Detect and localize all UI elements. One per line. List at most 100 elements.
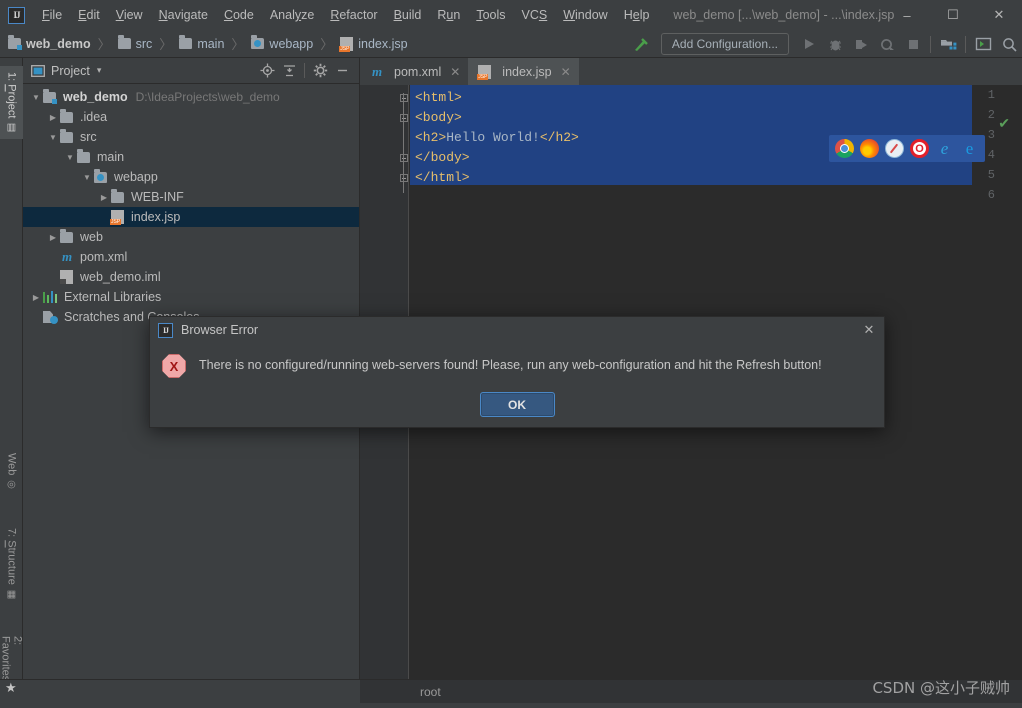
chevron-right-icon[interactable]: ▶ (46, 273, 60, 282)
chevron-down-icon[interactable]: ▼ (46, 133, 60, 142)
line-number: 5 (987, 168, 995, 182)
project-structure-icon[interactable] (935, 32, 961, 56)
tree-node-label: pom.xml (80, 250, 128, 264)
search-icon[interactable] (996, 32, 1022, 56)
code-fold-toggle[interactable] (399, 153, 409, 163)
editor-footer-label: root (420, 684, 441, 699)
terminal-icon[interactable] (970, 32, 996, 56)
error-icon: X (162, 354, 186, 378)
debug-icon[interactable] (822, 32, 848, 56)
code-fold-toggle[interactable] (399, 113, 409, 123)
tree-node-web-inf[interactable]: ▶ WEB-INF (23, 187, 359, 207)
editor-tab-pom-xml[interactable]: m pom.xml ✕ (360, 58, 468, 85)
editor-tabs: m pom.xml ✕ index.jsp ✕ (360, 58, 1022, 85)
breadcrumb-item-index-jsp[interactable]: index.jsp (339, 36, 408, 52)
tree-node-src[interactable]: ▼ src (23, 127, 359, 147)
folder-icon (117, 35, 131, 49)
editor-tab-close-icon[interactable]: ✕ (450, 65, 460, 79)
panel-divider (304, 63, 305, 78)
chevron-right-icon[interactable]: ▶ (29, 313, 43, 322)
tree-node-label: WEB-INF (131, 190, 184, 204)
tree-node-label: main (97, 150, 125, 164)
dialog-close-button[interactable]: ✕ (854, 317, 884, 343)
breadcrumb-item-main[interactable]: main (179, 35, 224, 51)
breadcrumb-item-web-demo[interactable]: web_demo (8, 35, 91, 51)
tree-node--idea[interactable]: ▶ .idea (23, 107, 359, 127)
menu-item-analyze[interactable]: Analyze (262, 4, 322, 26)
menu-item-refactor[interactable]: Refactor (322, 4, 385, 26)
folder-icon (77, 148, 90, 163)
chevron-right-icon[interactable]: ▶ (29, 293, 43, 302)
tree-node-webapp[interactable]: ▼ webapp (23, 167, 359, 187)
chrome-icon[interactable] (835, 139, 854, 158)
locate-icon[interactable] (256, 61, 278, 81)
editor-tab-close-icon[interactable]: ✕ (561, 65, 571, 79)
inspection-status-icon[interactable]: ✔ (998, 115, 1010, 132)
chevron-down-icon[interactable]: ▼ (63, 153, 77, 162)
menu-item-vcs[interactable]: VCS (514, 4, 556, 26)
editor-tab-label: index.jsp (502, 64, 552, 79)
tree-node-web-demo[interactable]: ▼ web_demo D:\IdeaProjects\web_demo (23, 87, 359, 107)
chevron-down-icon[interactable]: ▼ (80, 173, 94, 182)
close-button[interactable]: ✕ (976, 0, 1022, 30)
tree-node-path: D:\IdeaProjects\web_demo (135, 90, 280, 104)
breadcrumb-item-src[interactable]: src (117, 35, 152, 51)
chevron-down-icon[interactable]: ▾ (97, 65, 102, 76)
add-configuration-button[interactable]: Add Configuration... (660, 33, 789, 55)
menu-item-window[interactable]: Window (555, 4, 615, 26)
code-fold-toggle[interactable] (399, 173, 409, 183)
chevron-right-icon[interactable]: ▶ (97, 193, 111, 202)
stop-icon[interactable] (900, 32, 926, 56)
menu-item-navigate[interactable]: Navigate (151, 4, 216, 26)
tree-node-pom-xml[interactable]: ▶m pom.xml (23, 247, 359, 267)
intellij-logo-icon: IJ (158, 322, 173, 338)
tree-node-main[interactable]: ▼ main (23, 147, 359, 167)
jsp-file-icon (110, 210, 124, 225)
run-with-coverage-icon[interactable] (848, 32, 874, 56)
tree-node-web-demo-iml[interactable]: ▶ web_demo.iml (23, 267, 359, 287)
chevron-right-icon[interactable]: ▶ (46, 113, 60, 122)
minimize-button[interactable]: – (884, 0, 930, 30)
tree-node-index-jsp[interactable]: ▶ index.jsp (23, 207, 359, 227)
menu-item-tools[interactable]: Tools (468, 4, 513, 26)
safari-icon[interactable] (885, 139, 904, 158)
menu-item-edit[interactable]: Edit (70, 4, 108, 26)
collapse-all-icon[interactable] (278, 61, 300, 81)
opera-icon[interactable]: O (910, 139, 929, 158)
menu-item-file[interactable]: File (34, 4, 70, 26)
menu-item-build[interactable]: Build (386, 4, 430, 26)
chevron-down-icon[interactable]: ▼ (29, 93, 43, 102)
chevron-right-icon[interactable]: ▶ (46, 253, 60, 262)
tool-window-tab-project[interactable]: 1: Project ▤ (0, 66, 23, 140)
edge-icon[interactable]: e (960, 139, 979, 158)
menu-item-code[interactable]: Code (216, 4, 262, 26)
ok-button[interactable]: OK (479, 392, 555, 417)
maximize-button[interactable]: ☐ (930, 0, 976, 30)
menu-item-help[interactable]: Help (616, 4, 658, 26)
profile-icon[interactable] (874, 32, 900, 56)
editor-scrollbar[interactable] (1010, 112, 1022, 706)
internet-explorer-icon[interactable]: e (935, 139, 954, 158)
tree-node-external-libraries[interactable]: ▶ External Libraries (23, 287, 359, 307)
chevron-right-icon[interactable]: ▶ (46, 233, 60, 242)
firefox-icon[interactable] (860, 139, 879, 158)
run-icon[interactable] (796, 32, 822, 56)
hammer-icon[interactable] (628, 32, 654, 56)
dialog-buttons: OK (150, 392, 884, 417)
breadcrumb-item-webapp[interactable]: webapp (251, 35, 313, 51)
code-line: </body> (415, 148, 470, 168)
menu-item-view[interactable]: View (108, 4, 151, 26)
fold-minus-icon (400, 114, 408, 122)
tree-node-web[interactable]: ▶ web (23, 227, 359, 247)
favorites-star-icon[interactable]: ★ (5, 680, 17, 696)
code-fold-toggle[interactable] (399, 93, 409, 103)
tool-window-tab-structure[interactable]: 7: Structure ▦ (0, 522, 23, 606)
hide-panel-icon[interactable] (331, 61, 353, 81)
menu-item-run[interactable]: Run (429, 4, 468, 26)
project-panel-title: Project (51, 63, 90, 78)
chevron-right-icon[interactable]: ▶ (97, 213, 111, 222)
editor-tab-index-jsp[interactable]: index.jsp ✕ (468, 58, 579, 85)
tool-window-tab-web[interactable]: Web ◎ (0, 447, 23, 496)
settings-gear-icon[interactable] (309, 61, 331, 81)
breadcrumb-separator: 〉 (159, 37, 173, 52)
